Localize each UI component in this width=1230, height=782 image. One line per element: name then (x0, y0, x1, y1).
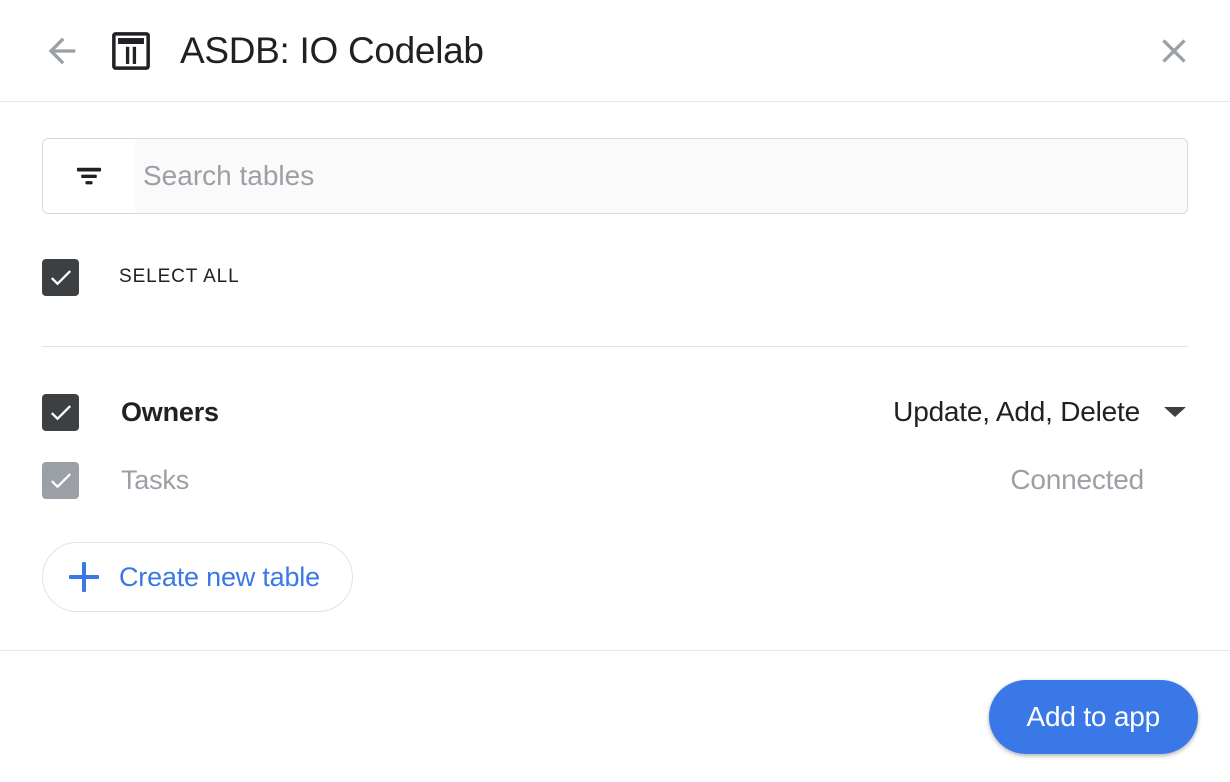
status-badge: Connected (1010, 464, 1144, 495)
table-icon (110, 30, 152, 72)
close-icon[interactable] (1152, 29, 1196, 73)
back-arrow-icon[interactable] (42, 31, 82, 71)
create-new-table-button[interactable]: Create new table (42, 542, 353, 612)
select-all-checkbox[interactable] (42, 258, 79, 296)
section-divider (42, 346, 1188, 347)
table-name-tasks: Tasks (121, 464, 190, 495)
table-checkbox-owners[interactable] (42, 393, 79, 431)
table-row[interactable]: Owners Update, Add, Delete (42, 378, 1188, 446)
table-name-owners: Owners (121, 396, 219, 427)
table-checkbox-tasks (42, 461, 79, 499)
create-new-table-label: Create new table (119, 561, 320, 592)
chevron-down-icon (1164, 407, 1186, 417)
permissions-dropdown-owners[interactable]: Update, Add, Delete (893, 396, 1188, 428)
dialog-header: ASDB: IO Codelab (0, 0, 1230, 102)
permissions-value: Update, Add, Delete (893, 396, 1140, 427)
search-input[interactable] (135, 139, 1187, 213)
plus-icon (69, 562, 99, 592)
select-all-label: SELECT ALL (119, 266, 240, 287)
add-to-app-button[interactable]: Add to app (988, 679, 1198, 754)
filter-icon (43, 139, 135, 213)
add-tables-dialog: ASDB: IO Codelab Search tables SELECT AL… (0, 0, 1230, 782)
dialog-footer: Add to app (0, 650, 1230, 782)
select-all-row[interactable]: SELECT ALL (42, 256, 1188, 298)
search-tables-field[interactable] (42, 138, 1188, 214)
dialog-body: SELECT ALL Owners Update, Add, Delete (0, 102, 1230, 650)
table-row: Tasks Connected (42, 446, 1188, 514)
page-title: ASDB: IO Codelab (180, 30, 484, 71)
